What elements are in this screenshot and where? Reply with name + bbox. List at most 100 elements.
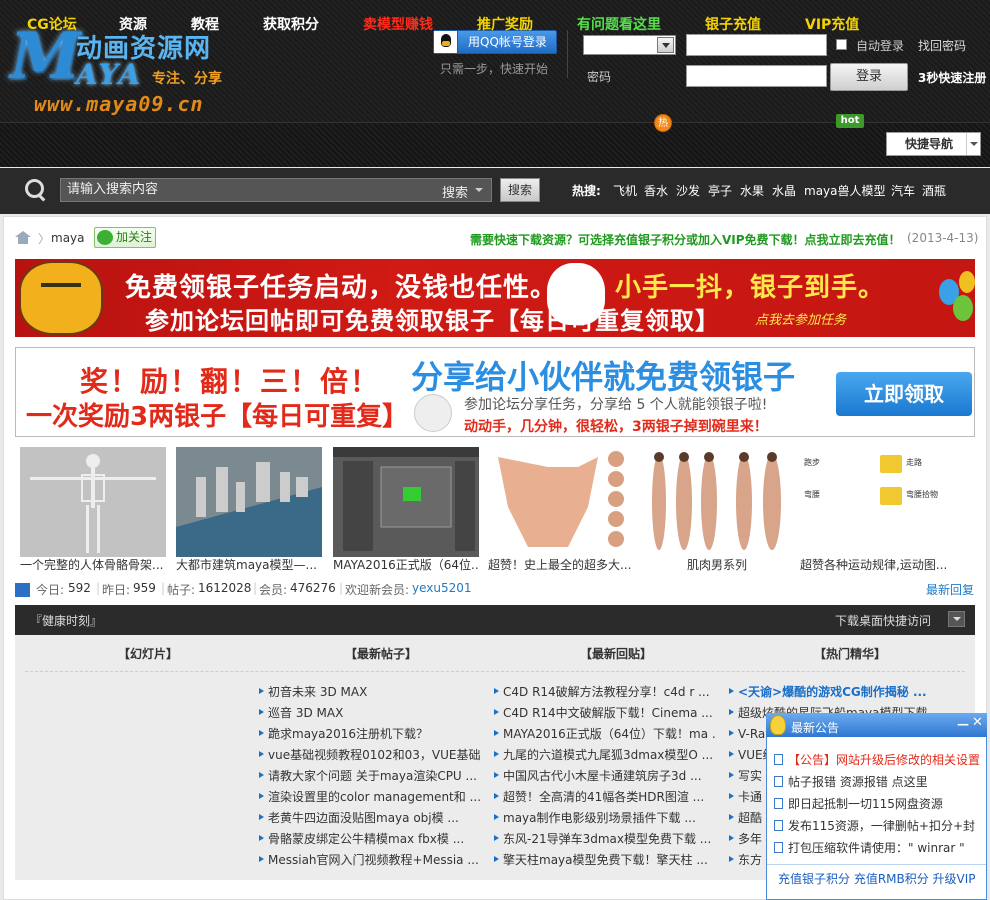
column-header-latest-posts: 【最新帖子】 [345,647,418,661]
close-icon[interactable]: ✕ [972,715,983,730]
share-reward-banner[interactable]: 奖！励！翻！三！倍！ 一次奖励3两银子【每日可重复】 分享给小伙伴就免费领银子 … [15,347,975,437]
post-link[interactable]: 跪求maya2016注册机下载？ [259,725,481,743]
hot-keyword[interactable]: 亭子 [708,182,732,199]
reply-link[interactable]: 超赞！全高清的41幅各类HDR图渲 ... [494,788,716,806]
minimize-icon[interactable]: — [957,717,969,731]
reply-link[interactable]: MAYA2016正式版（64位）下载！ma ... [494,725,716,743]
reply-link[interactable]: C4D R14中文破解版下载！Cinema ... [494,704,716,722]
thumb-image-folders[interactable]: 跑步 走路 弯腰 弯腰拾物 [800,447,946,557]
thumb-caption[interactable]: 大都市建筑maya模型—... [176,556,322,573]
claim-now-button[interactable]: 立即领取 [836,372,972,416]
announcement-item[interactable]: 发布115资源，一律删帖+扣分+封 [788,817,984,834]
banner2-desc: 参加论坛分享任务，分享给 5 个人就能领银子啦! [464,397,768,413]
quick-register-link[interactable]: 3秒快速注册 [918,69,986,86]
announcement-item[interactable]: 打包压缩软件请使用：" winrar " [788,839,984,856]
hot-keyword[interactable]: 汽车 [891,182,915,199]
thumb-caption[interactable]: 一个完整的人体骨骼骨架... [20,556,166,573]
nav-item-vip-recharge[interactable]: VIP充值 [805,14,859,34]
nav-item-referral[interactable]: 推广奖励 [477,14,533,34]
login-type-select[interactable] [583,35,676,55]
folder-label: 跑步 [804,458,820,467]
document-icon [774,820,783,831]
banner2-headline: 奖！励！翻！三！倍！ [80,365,381,398]
search-icon [24,178,48,202]
post-link[interactable]: 巡音 3D MAX [259,704,481,722]
recharge-promo-link[interactable]: 需要快速下载资源？可选择充值银子积分或加入VIP免费下载！点我立即去充值！ [470,231,901,248]
auto-login-checkbox[interactable] [836,39,847,50]
nav-item-help[interactable]: 有问题看这里 [577,14,661,34]
login-divider [567,30,568,78]
reply-link[interactable]: 九尾的六道模式九尾狐3dmax模型O ... [494,746,716,764]
quick-nav-dropdown[interactable]: 快捷导航 [886,132,981,156]
chevron-down-icon [475,188,483,196]
reply-link[interactable]: maya制作电影级别场景插件下载 ... [494,809,716,827]
login-button[interactable]: 登录 [830,63,908,91]
reply-link[interactable]: C4D R14破解方法教程分享！c4d r ... [494,683,716,701]
banner1-headline: 免费领银子任务启动，没钱也任性。 [125,273,558,303]
nav-item-recharge-silver[interactable]: 银子充值 [705,14,761,34]
thumb-image-maya-ui[interactable] [333,447,479,557]
search-input[interactable]: 请输入搜索内容 [60,178,492,202]
new-member-link[interactable]: yexu5201 [412,581,472,595]
password-input[interactable] [686,65,827,87]
folder-label: 弯腰 [804,490,820,499]
username-input[interactable] [686,34,827,56]
hot-keyword[interactable]: maya兽人模型 [804,182,886,199]
post-link[interactable]: 骨骼蒙皮绑定公牛精模max fbx模 ... [259,830,481,848]
announcement-footer-links[interactable]: 充值银子积分 充值RMB积分 升级VIP [778,870,976,887]
thumb-caption[interactable]: 肌肉男系列 [644,556,790,573]
post-link[interactable]: 初音未来 3D MAX [259,683,481,701]
thumb-image-skeleton[interactable] [20,447,166,557]
hot-keyword[interactable]: 沙发 [676,182,700,199]
hot-badge: hot [836,114,864,128]
portal-title: 『健康时刻』 [30,614,103,628]
nav-item-sell-models[interactable]: 卖模型赚钱 [363,14,433,34]
free-silver-banner[interactable]: 免费领银子任务启动，没钱也任性。 小手一抖，银子到手。 参加论坛回帖即可免费领取… [15,259,975,337]
stat-today-label: 今日: [36,583,65,597]
hot-search-label: 热搜: [572,184,601,198]
breadcrumb-separator: 〉 [38,232,51,246]
desktop-shortcut-link[interactable]: 下载桌面快捷访问 [835,612,931,629]
nav-item-get-points[interactable]: 获取积分 [263,14,319,34]
post-link[interactable]: 请教大家个问题 关于maya渲染CPU ... [259,767,481,785]
thumb-image-muscle-figures[interactable] [644,447,790,557]
find-password-link[interactable]: 找回密码 [918,37,966,54]
quick-nav-label: 快捷导航 [905,137,954,151]
banner2-desc-red: 动动手，几分钟，很轻松，3两银子掉到碗里来！ [464,419,768,435]
thumb-image-city[interactable] [176,447,322,557]
wechat-icon [97,230,113,245]
hot-keyword[interactable]: 水晶 [772,182,796,199]
post-link[interactable]: 渲染设置里的color management和 ... [259,788,481,806]
search-type-select[interactable]: 搜索 [442,182,468,201]
announcement-item[interactable]: 即日起抵制一切115网盘资源 [788,795,984,812]
breadcrumb-current[interactable]: maya [51,231,85,245]
hot-keyword[interactable]: 酒瓶 [922,182,946,199]
hot-keyword[interactable]: 香水 [644,182,668,199]
thumb-caption[interactable]: 超赞！史上最全的超多大... [488,556,634,573]
hot-pick-link[interactable]: <天谕>爆酷的游戏CG制作揭秘 ... [729,683,951,701]
thumb-caption[interactable]: MAYA2016正式版（64位... [333,556,479,573]
hot-keyword[interactable]: 飞机 [613,182,637,199]
nav-item-cg-forum[interactable]: CG论坛 [27,14,77,34]
thumb-caption[interactable]: 超赞各种运动规律,运动图... [800,556,946,573]
announcement-item[interactable]: 【公告】网站升级后修改的相关设置 [788,751,984,768]
post-link[interactable]: 老黄牛四边面没贴图maya obj模 ... [259,809,481,827]
follow-label: 加关注 [116,230,153,244]
search-button[interactable]: 搜索 [500,178,540,202]
thumb-image-skin-textures[interactable] [488,447,634,557]
latest-reply-link[interactable]: 最新回复 [926,581,974,598]
reply-link[interactable]: 中国风古代小木屋卡通建筑房子3d ... [494,767,716,785]
hot-keyword[interactable]: 水果 [740,182,764,199]
post-link[interactable]: Messiah官网入门视频教程+Messia ... [259,851,481,869]
follow-button[interactable]: 加关注 [94,227,156,248]
announcement-item[interactable]: 帖子报错 资源报错 点这里 [788,773,984,790]
portal-header [15,605,975,635]
collapse-toggle[interactable] [948,611,965,627]
home-icon[interactable] [15,231,31,244]
post-link[interactable]: vue基础视频教程0102和03，VUE基础... [259,746,481,764]
reply-link[interactable]: 东风-21导弹车3dmax模型免费下载 ... [494,830,716,848]
nav-item-tutorials[interactable]: 教程 [191,14,219,34]
nav-item-resources[interactable]: 资源 [119,14,147,34]
logo-slogan: 专注、分享 [152,71,222,87]
reply-link[interactable]: 擎天柱maya模型免费下载！擎天柱 ... [494,851,716,869]
